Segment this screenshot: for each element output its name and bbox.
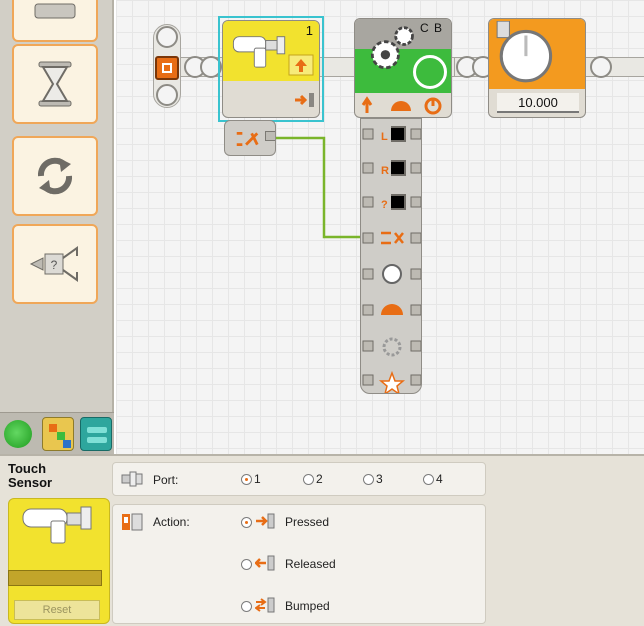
block-palette: ? xyxy=(0,0,114,454)
palette-loop-block[interactable] xyxy=(12,136,98,216)
logic-icon xyxy=(381,231,404,245)
motor-settings-icons xyxy=(361,96,442,115)
port-4-radio[interactable] xyxy=(423,474,434,485)
touch-port-number: 1 xyxy=(305,23,313,38)
motor-data-hub: L R ? xyxy=(360,118,422,394)
touch-logic-output-plug[interactable] xyxy=(265,131,275,141)
port-3-radio[interactable] xyxy=(363,474,374,485)
start-icon xyxy=(155,56,179,80)
loop-icon xyxy=(37,157,73,195)
duration-icon xyxy=(382,337,402,357)
sensor-value-bar xyxy=(8,570,102,586)
port-2-radio[interactable] xyxy=(303,474,314,485)
beam-ring-5 xyxy=(590,56,612,78)
port-icon xyxy=(121,471,143,487)
hourglass-icon xyxy=(38,61,72,107)
action-icon xyxy=(378,370,406,393)
power-icon xyxy=(381,304,403,315)
complete-palette-icon[interactable] xyxy=(42,417,74,451)
direction-icon xyxy=(382,264,402,284)
bumped-radio[interactable] xyxy=(241,601,252,612)
logic-plug-icon xyxy=(236,132,259,146)
wait-timer-block[interactable]: 10.000 xyxy=(488,18,586,118)
nxt-program-window: ? 1 C B L R ? 10.000 Touch Sensor Reset … xyxy=(0,0,644,626)
motor-ports-label: C B xyxy=(419,21,443,35)
reset-button[interactable]: Reset xyxy=(14,600,100,620)
released-radio[interactable] xyxy=(241,559,252,570)
custom-palette-icon[interactable] xyxy=(80,417,112,451)
motor-power-indicator xyxy=(413,55,447,89)
start-ring-bottom xyxy=(156,84,178,106)
program-canvas[interactable]: 1 C B L R ? 10.000 xyxy=(116,0,644,454)
port-3-label: 3 xyxy=(376,472,383,486)
block-title-line2: Sensor xyxy=(8,475,53,490)
action-setting-icon xyxy=(122,513,143,531)
block-title-line1: Touch xyxy=(8,461,47,476)
pressed-radio[interactable] xyxy=(241,517,252,528)
pressed-label: Pressed xyxy=(285,515,330,529)
touch-sensor-large-icon xyxy=(22,506,92,544)
action-label: Action: xyxy=(153,515,190,529)
timer-value[interactable]: 10.000 xyxy=(497,93,579,113)
svg-text:?: ? xyxy=(51,258,58,272)
palette-move-block[interactable] xyxy=(12,0,98,42)
touch-sensor-icon xyxy=(232,36,286,68)
third-motor-icon: ? xyxy=(381,199,388,211)
palette-wait-block[interactable] xyxy=(12,44,98,124)
left-motor-icon: L xyxy=(381,131,388,143)
common-palette-icon[interactable] xyxy=(4,420,32,448)
move-icon xyxy=(34,3,76,19)
port-1-radio[interactable] xyxy=(241,474,252,485)
bumped-icon xyxy=(255,597,275,613)
timer-icon xyxy=(496,21,553,83)
released-label: Released xyxy=(285,557,336,571)
bumped-label: Bumped xyxy=(285,599,330,613)
configuration-panel: Touch Sensor Reset Port: 1 2 3 4 Action:… xyxy=(0,454,644,626)
block-title: Touch Sensor xyxy=(8,462,52,490)
action-row: Action: Pressed Released Bumped xyxy=(112,504,486,624)
motor-block[interactable]: C B xyxy=(354,18,452,118)
port-2-label: 2 xyxy=(316,472,323,486)
logic-output-arrow-icon xyxy=(295,93,314,107)
pressed-icon xyxy=(256,513,275,529)
released-icon xyxy=(255,555,275,571)
touch-data-hub[interactable] xyxy=(224,120,276,156)
port-1-label: 1 xyxy=(254,472,261,486)
gears-icon xyxy=(370,26,414,70)
switch-icon: ? xyxy=(29,246,78,282)
right-motor-icon: R xyxy=(381,165,389,177)
pressed-action-icon xyxy=(288,54,314,76)
port-4-label: 4 xyxy=(436,472,443,486)
port-label: Port: xyxy=(153,473,179,487)
port-row: Port: 1 2 3 4 xyxy=(112,462,486,496)
palette-tabs xyxy=(0,412,114,454)
start-ring-top xyxy=(156,26,178,48)
touch-sensor-block[interactable]: 1 xyxy=(222,20,320,118)
palette-switch-block[interactable]: ? xyxy=(12,224,98,304)
motor-hub-plugs: L R ? xyxy=(362,126,421,393)
